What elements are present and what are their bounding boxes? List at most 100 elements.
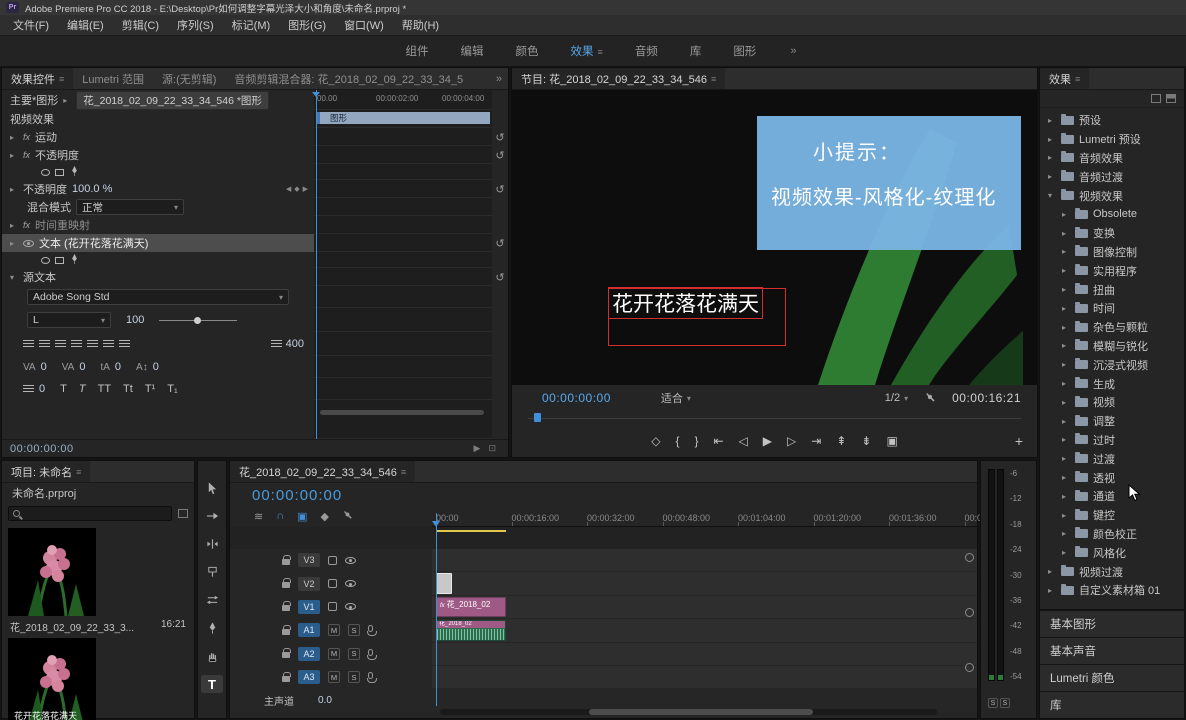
- sync-lock-icon[interactable]: [328, 602, 337, 611]
- razor-tool[interactable]: [201, 563, 223, 581]
- step-forward-button[interactable]: ▷: [787, 434, 796, 448]
- reset-icon[interactable]: ↺: [495, 131, 504, 144]
- ec-row-mini-timeline[interactable]: [314, 356, 492, 378]
- video-clip[interactable]: fx花_2018_02: [436, 597, 506, 617]
- justify-center-icon[interactable]: [87, 340, 98, 349]
- eye-icon[interactable]: [345, 557, 356, 564]
- twirl-icon[interactable]: ▸: [1062, 379, 1070, 388]
- clip-name[interactable]: 花_2018_02_09_22_33_3...: [10, 619, 134, 634]
- ellipse-mask-icon[interactable]: [41, 169, 50, 176]
- ec-text-layer-row[interactable]: ▸文本 (花开花落花满天): [2, 234, 314, 252]
- ec-horizontal-scrollbar[interactable]: [320, 410, 484, 415]
- effects-bin-sub[interactable]: ▸杂色与颗粒: [1040, 318, 1184, 337]
- ec-timecode[interactable]: 00:00:00:00: [10, 443, 74, 455]
- step-back-button[interactable]: ◁: [739, 434, 748, 448]
- twirl-icon[interactable]: ▸: [1062, 398, 1070, 407]
- effects-bin-sub[interactable]: ▸颜色校正: [1040, 525, 1184, 544]
- twirl-icon[interactable]: ▸: [1062, 266, 1070, 275]
- scroll-knob[interactable]: [965, 608, 974, 617]
- ec-tab[interactable]: 效果控件≡: [2, 68, 73, 89]
- panel-menu-icon[interactable]: ≡: [401, 467, 406, 477]
- marker-button[interactable]: ◇: [651, 434, 660, 448]
- project-tab[interactable]: 项目: 未命名≡: [2, 461, 90, 482]
- justify-full-icon[interactable]: [119, 340, 130, 349]
- ec-playhead[interactable]: [316, 90, 317, 439]
- twirl-icon[interactable]: ▸: [1062, 323, 1070, 332]
- twirl-icon[interactable]: ▸: [1062, 529, 1070, 538]
- mute-button[interactable]: M: [328, 648, 340, 660]
- workspace-tab[interactable]: 图形: [717, 43, 772, 59]
- effects-bin-sub[interactable]: ▸风格化: [1040, 543, 1184, 562]
- mute-button[interactable]: M: [328, 624, 340, 636]
- twirl-icon[interactable]: ▸: [1062, 492, 1070, 501]
- text-style-toggle[interactable]: T: [79, 383, 86, 395]
- effects-bin-sub[interactable]: ▸图像控制: [1040, 243, 1184, 262]
- video-track-header[interactable]: V3: [230, 549, 432, 571]
- text-style-toggle[interactable]: T: [60, 383, 67, 395]
- effects-bin-sub[interactable]: ▸透视: [1040, 468, 1184, 487]
- export-frame-button[interactable]: ▣: [886, 434, 897, 448]
- blend-mode-dropdown[interactable]: 正常▾: [76, 199, 184, 215]
- track-select-tool[interactable]: [201, 507, 223, 525]
- scrubber-track[interactable]: [528, 418, 1021, 419]
- ec-effect-row[interactable]: ▸fx不透明度: [2, 146, 314, 164]
- workspace-tab[interactable]: 库: [674, 43, 718, 59]
- twirl-icon[interactable]: ▸: [1062, 360, 1070, 369]
- ec-row-mini-timeline[interactable]: [314, 268, 492, 286]
- workspace-tab[interactable]: 音频: [619, 43, 674, 59]
- text-metric-value[interactable]: 0: [153, 361, 159, 373]
- align-left-icon[interactable]: [23, 340, 34, 349]
- timeline-timecode[interactable]: 00:00:00:00: [252, 487, 342, 504]
- twirl-icon[interactable]: ▸: [1048, 567, 1056, 576]
- voiceover-record-icon[interactable]: [368, 649, 373, 656]
- track-target-badge[interactable]: V2: [298, 577, 320, 591]
- track-lane[interactable]: 花_2018_02: [432, 619, 977, 641]
- twirl-icon[interactable]: ▸: [1062, 247, 1070, 256]
- ec-row-mini-timeline[interactable]: [314, 234, 492, 252]
- menubar-item[interactable]: 编辑(E): [58, 17, 113, 33]
- ec-row-mini-timeline[interactable]: [314, 164, 492, 180]
- twirl-icon[interactable]: ▾: [1048, 191, 1056, 200]
- effects-bin-sub[interactable]: ▸过渡: [1040, 449, 1184, 468]
- voiceover-record-icon[interactable]: [368, 625, 373, 632]
- twirl-icon[interactable]: ▸: [1062, 511, 1070, 520]
- program-video-area[interactable]: 小提示： 视频效果-风格化-纹理化 花开花落花满天: [512, 90, 1037, 385]
- timeline-playhead-caret[interactable]: [432, 521, 440, 531]
- text-style-toggle[interactable]: Tt: [123, 383, 133, 395]
- ec-select-row[interactable]: 混合模式正常▾: [2, 198, 314, 216]
- sync-lock-icon[interactable]: [328, 556, 337, 565]
- effects-bin-top[interactable]: ▸视频过渡: [1040, 562, 1184, 581]
- opacity-value[interactable]: 100.0 %: [72, 183, 112, 195]
- solo-button[interactable]: S: [348, 648, 360, 660]
- effects-bin-sub[interactable]: ▸键控: [1040, 506, 1184, 525]
- scroll-knob[interactable]: [965, 553, 974, 562]
- master-clip-label[interactable]: 主要*图形: [10, 92, 58, 108]
- accelerated-effects-filter-icon[interactable]: [1151, 94, 1161, 103]
- ec-row-mini-timeline[interactable]: [314, 146, 492, 164]
- scroll-knob[interactable]: [965, 663, 974, 672]
- project-file-name[interactable]: 未命名.prproj: [2, 483, 194, 502]
- timeline-tab[interactable]: 花_2018_02_09_22_33_34_546≡: [230, 461, 415, 482]
- font-dropdown[interactable]: Adobe Song Std▾: [27, 289, 289, 305]
- twirl-icon[interactable]: ▸: [1062, 229, 1070, 238]
- lock-icon[interactable]: [282, 676, 290, 682]
- align-center-icon[interactable]: [39, 340, 50, 349]
- stacked-panel-基本图形[interactable]: 基本图形: [1040, 610, 1184, 637]
- workspace-tab[interactable]: 编辑: [445, 43, 500, 59]
- mute-button[interactable]: M: [328, 671, 340, 683]
- effects-bin-top[interactable]: ▸预设: [1040, 111, 1184, 130]
- list-view-icon[interactable]: [178, 509, 188, 518]
- menubar-item[interactable]: 序列(S): [168, 17, 223, 33]
- mark-in-button[interactable]: {: [675, 434, 679, 448]
- justify-right-icon[interactable]: [103, 340, 114, 349]
- pen-mask-icon[interactable]: [69, 253, 80, 268]
- playback-resolution-dropdown[interactable]: 1/2▾: [885, 392, 908, 404]
- lock-icon[interactable]: [282, 559, 290, 565]
- zoom-fit-icon[interactable]: ⊡: [488, 443, 496, 454]
- track-target-badge[interactable]: A1: [298, 623, 320, 637]
- twirl-icon[interactable]: ▸: [1062, 435, 1070, 444]
- font-style-dropdown[interactable]: L▾: [27, 312, 111, 328]
- effects-bin-sub[interactable]: ▸生成: [1040, 374, 1184, 393]
- twirl-icon[interactable]: ▸: [1062, 285, 1070, 294]
- rect-mask-icon[interactable]: [55, 169, 64, 176]
